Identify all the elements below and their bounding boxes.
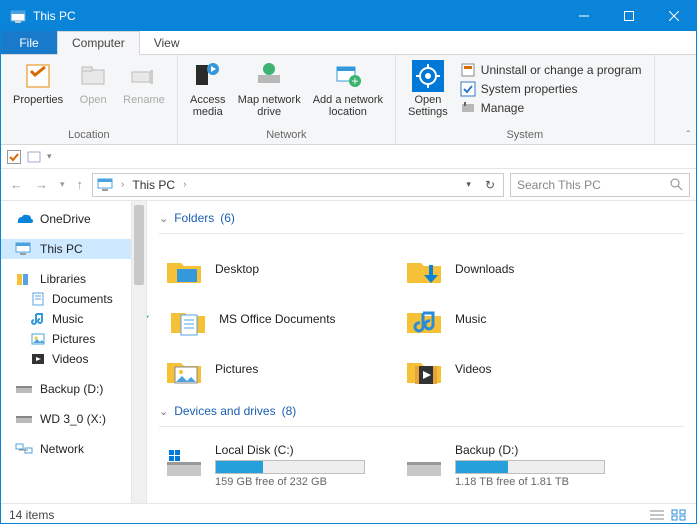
sidebar-scrollbar[interactable] (131, 201, 146, 503)
pictures-folder-icon (163, 350, 205, 388)
folder-pictures[interactable]: Pictures (159, 344, 399, 394)
recent-dropdown[interactable]: ▾ (57, 179, 68, 190)
thispc-icon (97, 178, 113, 192)
videos-folder-icon (403, 350, 445, 388)
sidebar-item-documents[interactable]: Documents (1, 289, 146, 309)
sidebar-item-onedrive[interactable]: OneDrive (1, 209, 146, 229)
refresh-button[interactable]: ↻ (481, 178, 499, 192)
rename-button[interactable]: Rename (117, 58, 171, 129)
music-folder-icon (403, 300, 445, 338)
open-button[interactable]: Open (69, 58, 117, 129)
ribbon: Properties Open Rename Location Access m… (1, 55, 696, 145)
uninstall-program-button[interactable]: Uninstall or change a program (460, 62, 642, 78)
address-dropdown-icon[interactable]: ▾ (462, 179, 475, 190)
details-view-button[interactable] (648, 508, 666, 522)
manage-button[interactable]: Manage (460, 100, 642, 116)
item-count: 14 items (9, 508, 54, 522)
close-button[interactable] (651, 1, 696, 31)
map-drive-button[interactable]: Map network drive (232, 58, 307, 129)
folder-music[interactable]: Music (399, 294, 639, 344)
up-button[interactable]: ↑ (74, 177, 87, 192)
group-header-devices[interactable]: ⌄ Devices and drives (8) (159, 398, 684, 427)
folder-downloads[interactable]: Downloads (399, 244, 639, 294)
properties-icon (22, 60, 54, 92)
desktop-icon (163, 250, 205, 288)
ribbon-group-system: Open Settings Uninstall or change a prog… (396, 55, 655, 144)
title-bar: This PC (1, 1, 696, 31)
documents-folder-icon (167, 300, 209, 338)
folder-videos[interactable]: Videos (399, 344, 639, 394)
access-media-icon (192, 60, 224, 92)
tab-view[interactable]: View (140, 31, 194, 54)
qat-item-icon[interactable] (27, 150, 41, 164)
qat-checkbox-icon[interactable] (7, 150, 21, 164)
sidebar-item-backup[interactable]: Backup (D:) (1, 379, 146, 399)
ribbon-tabs: File Computer View (1, 31, 696, 55)
chevron-down-icon: ⌄ (159, 405, 168, 418)
properties-button[interactable]: Properties (7, 58, 69, 129)
tab-file[interactable]: File (1, 31, 57, 54)
sidebar-item-network[interactable]: Network (1, 439, 146, 459)
drive-icon (403, 443, 445, 483)
add-location-icon: + (332, 60, 364, 92)
crumb-sep-icon[interactable]: › (121, 179, 124, 190)
folder-msoffice[interactable]: ✓ MS Office Documents (159, 294, 399, 344)
app-icon (7, 9, 29, 23)
maximize-button[interactable] (606, 1, 651, 31)
minimize-button[interactable] (561, 1, 606, 31)
window-title: This PC (33, 9, 76, 23)
rename-icon (128, 60, 160, 92)
address-bar-row: ← → ▾ ↑ › This PC › ▾ ↻ Search This PC (1, 169, 696, 201)
breadcrumb-thispc[interactable]: This PC (132, 178, 175, 192)
open-settings-button[interactable]: Open Settings (402, 58, 454, 129)
quick-access-bar: ▾ (1, 145, 696, 169)
collapse-ribbon-icon[interactable]: ˆ (687, 130, 690, 141)
chevron-down-icon: ⌄ (159, 212, 168, 225)
map-drive-icon (253, 60, 285, 92)
address-bar[interactable]: › This PC › ▾ ↻ (92, 173, 504, 197)
icons-view-button[interactable] (670, 508, 688, 522)
sidebar-item-music[interactable]: Music (1, 309, 146, 329)
tab-computer[interactable]: Computer (57, 31, 140, 55)
downloads-icon (403, 250, 445, 288)
sidebar-item-wd[interactable]: WD 3_0 (X:) (1, 409, 146, 429)
folder-desktop[interactable]: Desktop (159, 244, 399, 294)
drive-usage-bar (455, 460, 605, 474)
drive-icon (163, 443, 205, 483)
content-pane: ⌄ Folders (6) Desktop Downloads ✓ MS Off… (147, 201, 696, 503)
svg-text:+: + (351, 74, 358, 88)
back-button[interactable]: ← (7, 177, 26, 192)
sidebar-item-libraries[interactable]: Libraries (1, 269, 146, 289)
sidebar-item-pictures[interactable]: Pictures (1, 329, 146, 349)
sidebar-item-videos[interactable]: Videos (1, 349, 146, 369)
search-icon (670, 178, 683, 191)
ribbon-group-location: Properties Open Rename Location (1, 55, 178, 144)
drive-backup-d[interactable]: Backup (D:) 1.18 TB free of 1.81 TB (399, 437, 639, 494)
drive-local-c[interactable]: Local Disk (C:) 159 GB free of 232 GB (159, 437, 399, 494)
open-icon (77, 60, 109, 92)
forward-button[interactable]: → (32, 177, 51, 192)
sidebar-item-thispc[interactable]: This PC (1, 239, 146, 259)
status-bar: 14 items (1, 503, 696, 525)
ribbon-group-network: Access media Map network drive + Add a n… (178, 55, 396, 144)
crumb-sep-icon[interactable]: › (183, 179, 186, 190)
qat-dropdown-icon[interactable]: ▾ (47, 151, 52, 162)
search-input[interactable]: Search This PC (510, 173, 690, 197)
sync-icon: ✓ (147, 312, 151, 326)
drive-usage-bar (215, 460, 365, 474)
navigation-pane: OneDrive This PC Libraries Documents Mus… (1, 201, 147, 503)
access-media-button[interactable]: Access media (184, 58, 232, 129)
add-network-location-button[interactable]: + Add a network location (307, 58, 389, 129)
system-properties-button[interactable]: System properties (460, 81, 642, 97)
settings-icon (412, 60, 444, 92)
group-header-folders[interactable]: ⌄ Folders (6) (159, 205, 684, 234)
